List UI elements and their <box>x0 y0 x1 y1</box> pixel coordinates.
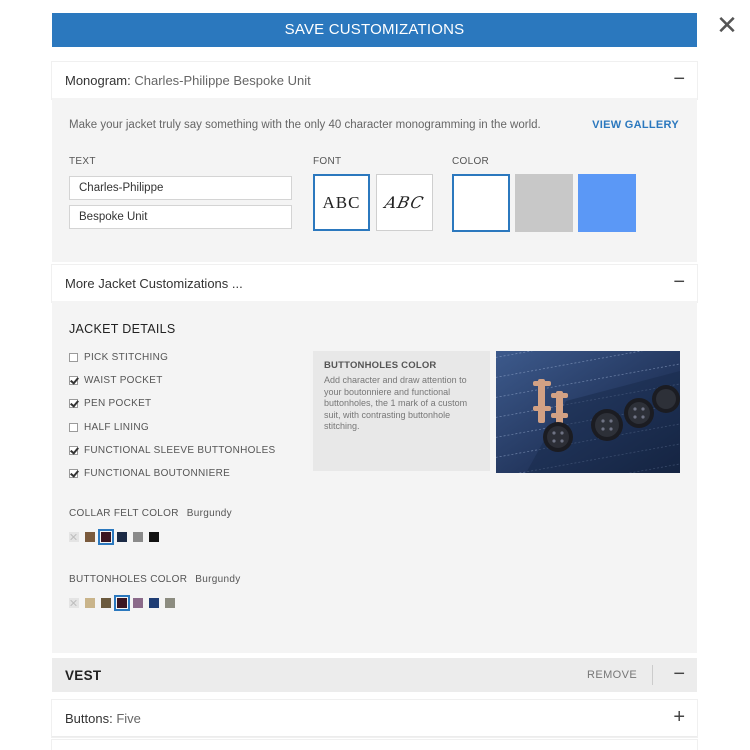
font-sample-script: ABC <box>383 193 426 212</box>
checkbox[interactable] <box>69 445 78 455</box>
font-label: FONT <box>313 156 342 167</box>
swatch-brown[interactable] <box>101 598 111 608</box>
buttons-value: Five <box>116 711 141 726</box>
option-waist-pocket[interactable]: WAIST POCKET <box>69 373 163 387</box>
view-gallery-link[interactable]: VIEW GALLERY <box>592 119 679 131</box>
swatch-gray[interactable] <box>133 532 143 542</box>
color-option-blue[interactable] <box>578 174 636 232</box>
option-functional-sleeve-buttonholes[interactable]: FUNCTIONAL SLEEVE BUTTONHOLES <box>69 443 276 457</box>
close-icon[interactable]: ✕ <box>714 12 740 38</box>
option-label: FUNCTIONAL BOUTONNIERE <box>84 467 231 479</box>
font-sample-serif: ABC <box>322 192 361 212</box>
sleeve-buttons-image <box>496 351 680 473</box>
swatch-mauve[interactable] <box>133 598 143 608</box>
swatch-blue[interactable] <box>149 598 159 608</box>
save-customizations-button[interactable]: SAVE CUSTOMIZATIONS <box>52 13 697 47</box>
buttonholes-info-box: BUTTONHOLES COLOR Add character and draw… <box>313 351 490 471</box>
buttonholes-swatches <box>69 595 181 611</box>
option-pick-stitching[interactable]: PICK STITCHING <box>69 350 168 364</box>
swatch-none[interactable] <box>69 598 79 608</box>
option-label: WAIST POCKET <box>84 374 163 386</box>
swatch-black[interactable] <box>149 532 159 542</box>
monogram-panel-body: Make your jacket truly say something wit… <box>52 98 697 262</box>
collar-felt-color-label: COLLAR FELT COLOR Burgundy <box>69 508 232 519</box>
option-functional-boutonniere[interactable]: FUNCTIONAL BOUTONNIERE <box>69 466 230 480</box>
vest-section-header[interactable]: VEST REMOVE − <box>52 658 697 692</box>
buttons-key: Buttons: <box>65 711 113 726</box>
text-label: TEXT <box>69 156 96 167</box>
buttons-label: Buttons: Five <box>65 711 141 726</box>
vest-label: VEST <box>65 668 102 683</box>
swatch-navy[interactable] <box>117 532 127 542</box>
info-description: Add character and draw attention to your… <box>324 375 468 431</box>
collapse-icon[interactable]: − <box>673 68 685 90</box>
jacket-details-title: JACKET DETAILS <box>69 322 176 336</box>
monogram-line1-input[interactable] <box>69 176 292 200</box>
remove-vest-button[interactable]: REMOVE <box>587 669 637 681</box>
monogram-intro-text: Make your jacket truly say something wit… <box>69 119 541 131</box>
swatch-gray[interactable] <box>165 598 175 608</box>
swatch-brown[interactable] <box>85 532 95 542</box>
checkbox[interactable] <box>69 398 78 408</box>
info-title: BUTTONHOLES COLOR <box>324 360 437 371</box>
swatch-tan[interactable] <box>85 598 95 608</box>
next-row-partial <box>52 740 697 750</box>
color-option-white[interactable] <box>452 174 510 232</box>
checkbox[interactable] <box>69 422 78 432</box>
buttons-row[interactable]: Buttons: Five + <box>52 700 697 737</box>
option-half-lining[interactable]: HALF LINING <box>69 420 149 434</box>
more-customizations-header[interactable]: More Jacket Customizations ... − <box>52 265 697 302</box>
option-label: FUNCTIONAL SLEEVE BUTTONHOLES <box>84 444 276 456</box>
divider <box>652 665 653 685</box>
monogram-header-label: Monogram: Charles-Philippe Bespoke Unit <box>65 73 311 88</box>
swatch-burgundy[interactable] <box>114 595 130 611</box>
monogram-panel-header[interactable]: Monogram: Charles-Philippe Bespoke Unit … <box>52 62 697 99</box>
checkbox[interactable] <box>69 468 78 478</box>
collar-felt-title: COLLAR FELT COLOR <box>69 508 179 519</box>
buttonholes-color-title: BUTTONHOLES COLOR <box>69 574 188 585</box>
checkbox[interactable] <box>69 375 78 385</box>
expand-icon[interactable]: + <box>673 706 685 728</box>
collar-felt-swatches <box>69 529 165 545</box>
option-label: PICK STITCHING <box>84 351 169 363</box>
collar-felt-chosen: Burgundy <box>186 508 232 519</box>
buttonholes-photo <box>496 351 680 473</box>
color-label: COLOR <box>452 156 490 167</box>
more-customizations-label: More Jacket Customizations ... <box>65 276 243 291</box>
collapse-icon[interactable]: − <box>673 663 685 686</box>
more-customizations-body: JACKET DETAILS PICK STITCHING WAIST POCK… <box>52 301 697 653</box>
option-pen-pocket[interactable]: PEN POCKET <box>69 396 151 410</box>
option-label: HALF LINING <box>84 421 149 433</box>
swatch-burgundy[interactable] <box>98 529 114 545</box>
font-option-script[interactable]: ABC <box>376 174 433 231</box>
buttonholes-color-chosen: Burgundy <box>195 574 241 585</box>
collapse-icon[interactable]: − <box>673 271 685 293</box>
color-option-gray[interactable] <box>515 174 573 232</box>
monogram-line2-input[interactable] <box>69 205 292 229</box>
option-label: PEN POCKET <box>84 397 152 409</box>
font-option-serif[interactable]: ABC <box>313 174 370 231</box>
buttonholes-color-label: BUTTONHOLES COLOR Burgundy <box>69 574 241 585</box>
monogram-header-value: Charles-Philippe Bespoke Unit <box>134 73 311 88</box>
checkbox[interactable] <box>69 352 78 362</box>
swatch-none[interactable] <box>69 532 79 542</box>
monogram-header-key: Monogram: <box>65 73 131 88</box>
